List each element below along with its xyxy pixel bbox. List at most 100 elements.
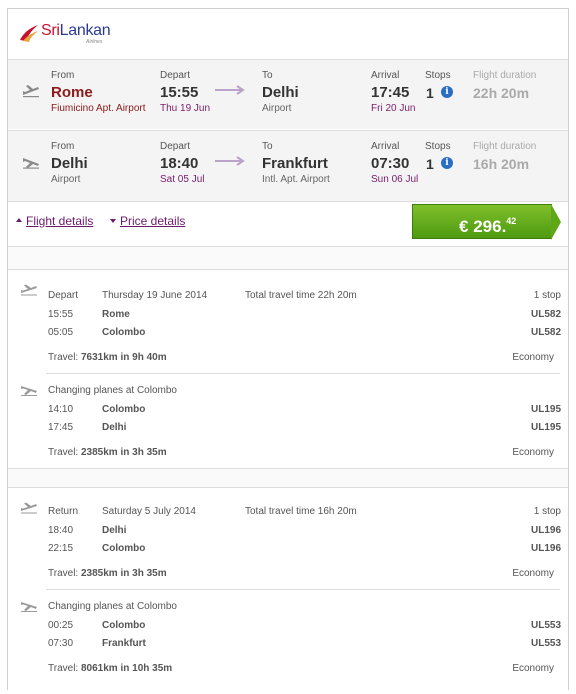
flight-number: UL196: [530, 543, 561, 554]
depart-label: Depart: [160, 70, 191, 81]
travel-summary: Travel: 2385km in 3h 35m: [48, 447, 167, 458]
flight-number: UL195: [530, 404, 561, 415]
flight-duration: 22h 20m: [473, 85, 530, 101]
arrival-label: Arrival: [371, 141, 400, 152]
travel-summary: Travel: 2385km in 3h 35m: [48, 568, 167, 579]
flight-details-toggle[interactable]: Flight details: [26, 214, 93, 228]
seg-time: 18:40: [48, 525, 74, 536]
depart-time: 18:40: [160, 155, 199, 172]
arrival-label: Arrival: [371, 70, 400, 81]
total-travel-time: Total travel time 22h 20m: [245, 290, 357, 301]
plane-takeoff-icon: [23, 85, 39, 98]
travel-date: Saturday 5 July 2014: [102, 506, 196, 517]
flight-number: UL195: [530, 422, 561, 433]
plane-takeoff-icon: [21, 284, 37, 296]
flight-duration: 16h 20m: [473, 156, 530, 172]
to-city: Frankfurt: [262, 155, 328, 172]
seg-place: Frankfurt: [102, 638, 146, 649]
caret-up-icon: [16, 218, 22, 222]
to-label: To: [262, 70, 273, 81]
seg-time: 05:05: [48, 327, 74, 338]
return-details: Return Saturday 5 July 2014 Total travel…: [8, 487, 568, 690]
from-label: From: [51, 70, 75, 81]
travel-summary: Travel: 7631km in 9h 40m: [48, 352, 167, 363]
stops-label: Stops: [425, 141, 451, 152]
plane-landing-icon: [23, 158, 39, 169]
brand-name: SriLankan: [41, 22, 111, 39]
info-icon[interactable]: i: [441, 157, 453, 169]
seg-time: 07:30: [48, 638, 74, 649]
cabin-class: Economy: [512, 447, 554, 458]
price-button[interactable]: € 296.42: [412, 204, 552, 239]
seg-place: Delhi: [102, 525, 127, 536]
from-city: Delhi: [51, 155, 88, 172]
seg-time: 22:15: [48, 543, 74, 554]
arrow-right-icon: [215, 156, 245, 166]
seg-time: 17:45: [48, 422, 74, 433]
seg-place: Colombo: [102, 543, 146, 554]
depart-time: 15:55: [160, 84, 199, 101]
brand-sub: Airlines: [86, 39, 103, 45]
flight-number: UL582: [530, 327, 561, 338]
seg-place: Delhi: [102, 422, 127, 433]
depart-label: Depart: [160, 141, 191, 152]
to-city: Delhi: [262, 84, 299, 101]
plane-landing-icon: [21, 386, 37, 396]
cabin-class: Economy: [512, 352, 554, 363]
flight-details-panel: Depart Thursday 19 June 2014 Total trave…: [8, 247, 568, 690]
travel-date: Thursday 19 June 2014: [102, 290, 208, 301]
seg-place: Colombo: [102, 404, 146, 415]
arrow-right-icon: [215, 85, 245, 95]
from-airport: Fiumicino Apt. Airport: [51, 103, 146, 114]
stops-count: 1: [426, 156, 434, 172]
price-button-tip: [551, 204, 561, 240]
divider: [46, 373, 560, 374]
outbound-details: Depart Thursday 19 June 2014 Total trave…: [8, 269, 568, 469]
from-airport: Airport: [51, 174, 81, 185]
stop-count: 1 stop: [533, 290, 561, 301]
total-travel-time: Total travel time 16h 20m: [245, 506, 357, 517]
arrival-date: Sun 06 Jul: [371, 174, 419, 185]
duration-label: Flight duration: [473, 70, 537, 81]
peacock-logo-icon: [20, 25, 38, 42]
flight-number: UL582: [530, 309, 561, 320]
cabin-class: Economy: [512, 568, 554, 579]
seg-time: 00:25: [48, 620, 74, 631]
change-planes-note: Changing planes at Colombo: [48, 601, 177, 612]
cabin-class: Economy: [512, 663, 554, 674]
to-label: To: [262, 141, 273, 152]
direction-label: Depart: [48, 290, 79, 301]
flight-number: UL553: [530, 620, 561, 631]
leg-return[interactable]: From Delhi Airport Depart 18:40 Sat 05 J…: [8, 130, 568, 202]
duration-label: Flight duration: [473, 141, 537, 152]
stops-label: Stops: [425, 70, 451, 81]
plane-landing-icon: [21, 602, 37, 612]
seg-time: 15:55: [48, 309, 74, 320]
itinerary-card: SriLankan Airlines From Rome Fiumicino A…: [7, 8, 569, 690]
to-airport: Airport: [262, 103, 292, 114]
info-icon[interactable]: i: [441, 86, 453, 98]
seg-place: Colombo: [102, 327, 146, 338]
stops-count: 1: [426, 85, 434, 101]
to-airport: Intl. Apt. Airport: [262, 174, 330, 185]
seg-place: Rome: [102, 309, 130, 320]
from-city: Rome: [51, 84, 93, 101]
travel-summary: Travel: 8061km in 10h 35m: [48, 663, 173, 674]
leg-outbound[interactable]: From Rome Fiumicino Apt. Airport Depart …: [8, 59, 568, 129]
depart-date: Sat 05 Jul: [160, 174, 205, 185]
price-details-toggle[interactable]: Price details: [120, 214, 185, 228]
flight-number: UL196: [530, 525, 561, 536]
flight-number: UL553: [530, 638, 561, 649]
change-planes-note: Changing planes at Colombo: [48, 385, 177, 396]
seg-time: 14:10: [48, 404, 74, 415]
stop-count: 1 stop: [533, 506, 561, 517]
direction-label: Return: [48, 506, 79, 517]
depart-date: Thu 19 Jun: [160, 103, 211, 114]
arrival-time: 17:45: [371, 84, 410, 101]
divider: [46, 589, 560, 590]
seg-place: Colombo: [102, 620, 146, 631]
arrival-date: Fri 20 Jun: [371, 103, 416, 114]
arrival-time: 07:30: [371, 155, 410, 172]
caret-down-icon: [110, 219, 116, 223]
from-label: From: [51, 141, 75, 152]
